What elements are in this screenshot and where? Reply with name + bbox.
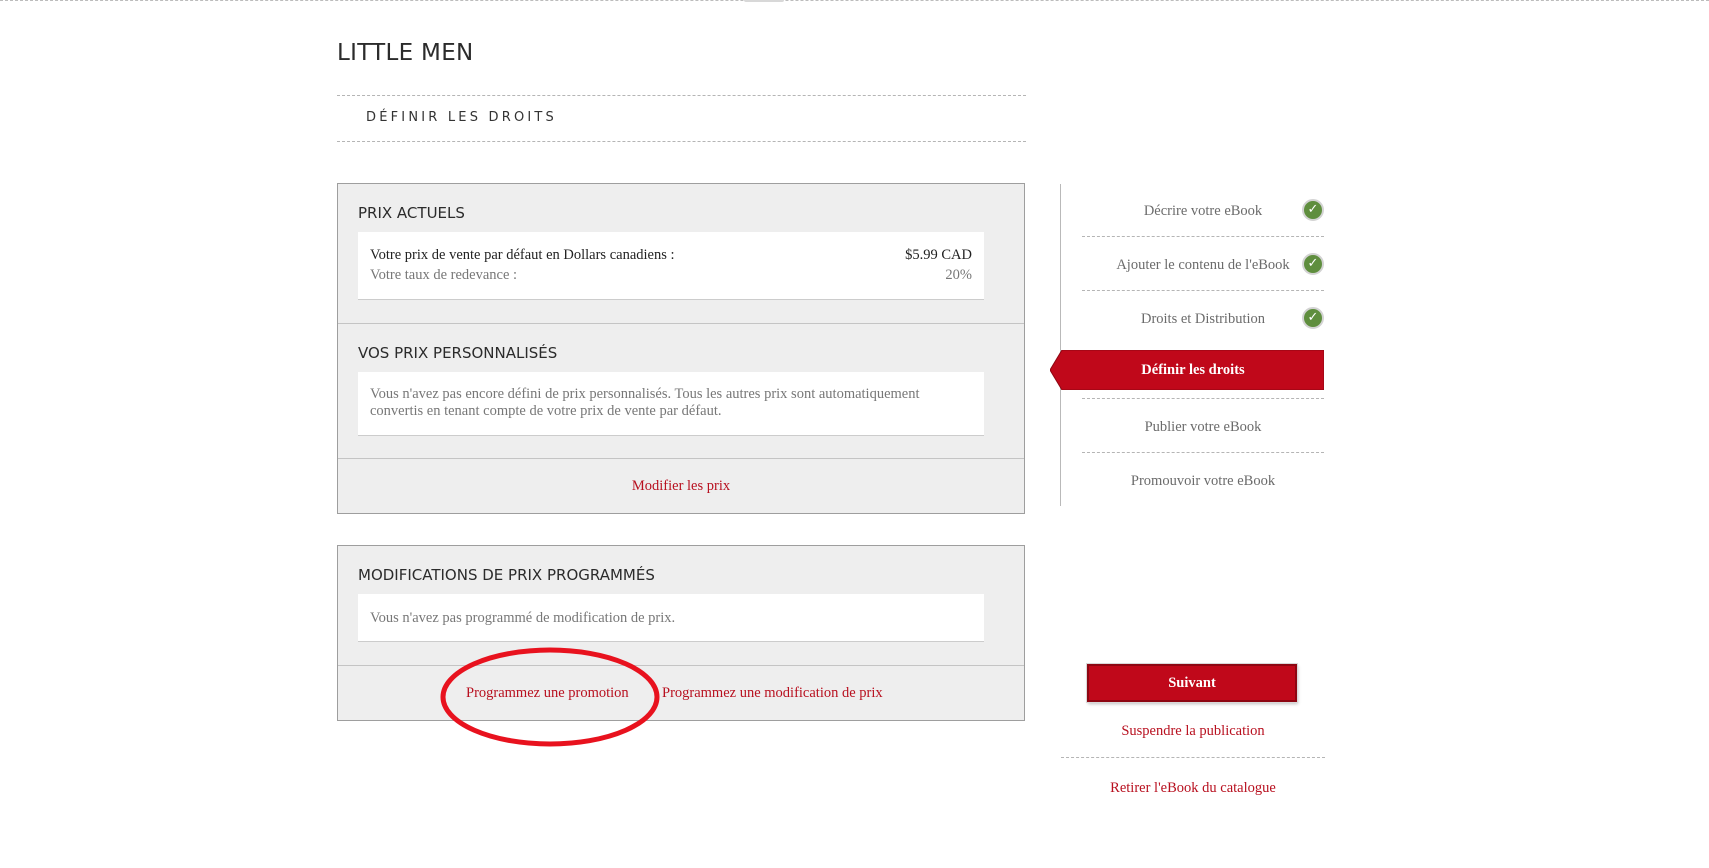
step-define-rights-label: Définir les droits bbox=[1141, 362, 1245, 378]
custom-prices-heading: VOS PRIX PERSONNALISÉS bbox=[358, 344, 558, 362]
step-rights-distribution[interactable]: Droits et Distribution ✓ bbox=[1082, 292, 1324, 346]
royalty-value: 20% bbox=[945, 267, 972, 283]
check-circle-icon: ✓ bbox=[1302, 199, 1324, 221]
royalty-row: Votre taux de redevance : 20% bbox=[370, 267, 972, 284]
step-add-content-label: Ajouter le contenu de l'eBook bbox=[1116, 257, 1290, 273]
custom-prices-section: VOS PRIX PERSONNALISÉS Vous n'avez pas e… bbox=[338, 324, 1024, 459]
book-title: LITTLE MEN bbox=[337, 40, 474, 66]
check-circle-icon: ✓ bbox=[1302, 253, 1324, 275]
section-title: DÉFINIR LES DROITS bbox=[366, 110, 558, 125]
pricing-panel: PRIX ACTUELS Votre prix de vente par déf… bbox=[337, 183, 1025, 514]
scheduled-changes-panel: MODIFICATIONS DE PRIX PROGRAMMÉS Vous n'… bbox=[337, 545, 1025, 721]
edit-prices-footer: Modifier les prix bbox=[338, 459, 1024, 515]
step-promote[interactable]: Promouvoir votre eBook bbox=[1082, 454, 1324, 508]
default-price-label: Votre prix de vente par défaut en Dollar… bbox=[370, 247, 675, 263]
edit-prices-link[interactable]: Modifier les prix bbox=[338, 478, 1024, 495]
step-describe-label: Décrire votre eBook bbox=[1143, 203, 1263, 219]
step-describe[interactable]: Décrire votre eBook ✓ bbox=[1082, 184, 1324, 238]
step-divider bbox=[1082, 452, 1324, 453]
step-publish[interactable]: Publier votre eBook bbox=[1082, 400, 1324, 454]
step-rights-distribution-label: Droits et Distribution bbox=[1140, 311, 1266, 327]
steps-sidebar: Décrire votre eBook ✓ Ajouter le contenu… bbox=[1050, 184, 1327, 508]
suspend-publication-row: Suspendre la publication bbox=[1061, 722, 1325, 740]
step-define-rights-active[interactable]: Définir les droits bbox=[1050, 350, 1324, 390]
step-add-content[interactable]: Ajouter le contenu de l'eBook ✓ bbox=[1082, 238, 1324, 292]
scheduled-changes-section: MODIFICATIONS DE PRIX PROGRAMMÉS Vous n'… bbox=[338, 546, 1024, 666]
custom-prices-message-line2: convertis en tenant compte de votre prix… bbox=[370, 403, 722, 419]
actions-divider bbox=[1061, 757, 1325, 758]
check-circle-icon: ✓ bbox=[1302, 307, 1324, 329]
top-tab-handle bbox=[744, 0, 784, 2]
step-divider bbox=[1082, 236, 1324, 237]
step-promote-label: Promouvoir votre eBook bbox=[1130, 473, 1276, 489]
step-divider bbox=[1082, 398, 1324, 399]
scheduled-changes-footer: Programmez une promotion Programmez une … bbox=[338, 666, 1024, 721]
royalty-label: Votre taux de redevance : bbox=[370, 267, 518, 283]
step-divider bbox=[1082, 290, 1324, 291]
scheduled-changes-heading: MODIFICATIONS DE PRIX PROGRAMMÉS bbox=[358, 566, 655, 584]
next-button[interactable]: Suivant bbox=[1087, 664, 1297, 702]
schedule-promotion-link[interactable]: Programmez une promotion bbox=[466, 685, 629, 702]
default-price-value: $5.99 CAD bbox=[905, 247, 972, 263]
default-price-row: Votre prix de vente par défaut en Dollar… bbox=[370, 247, 972, 264]
section-divider bbox=[337, 141, 1026, 142]
current-prices-box: Votre prix de vente par défaut en Dollar… bbox=[358, 232, 984, 300]
scheduled-changes-message: Vous n'avez pas programmé de modificatio… bbox=[358, 594, 984, 642]
remove-ebook-row: Retirer l'eBook du catalogue bbox=[1061, 779, 1325, 797]
step-publish-label: Publier votre eBook bbox=[1144, 419, 1262, 435]
suspend-publication-link[interactable]: Suspendre la publication bbox=[1121, 723, 1264, 739]
schedule-price-change-link[interactable]: Programmez une modification de prix bbox=[662, 685, 883, 702]
top-divider bbox=[0, 0, 1709, 1]
custom-prices-message: Vous n'avez pas encore défini de prix pe… bbox=[358, 372, 984, 436]
remove-ebook-link[interactable]: Retirer l'eBook du catalogue bbox=[1110, 780, 1276, 796]
title-divider bbox=[337, 95, 1026, 96]
current-prices-section: PRIX ACTUELS Votre prix de vente par déf… bbox=[338, 184, 1024, 324]
custom-prices-message-line1: Vous n'avez pas encore défini de prix pe… bbox=[370, 386, 920, 402]
current-prices-heading: PRIX ACTUELS bbox=[358, 204, 465, 222]
